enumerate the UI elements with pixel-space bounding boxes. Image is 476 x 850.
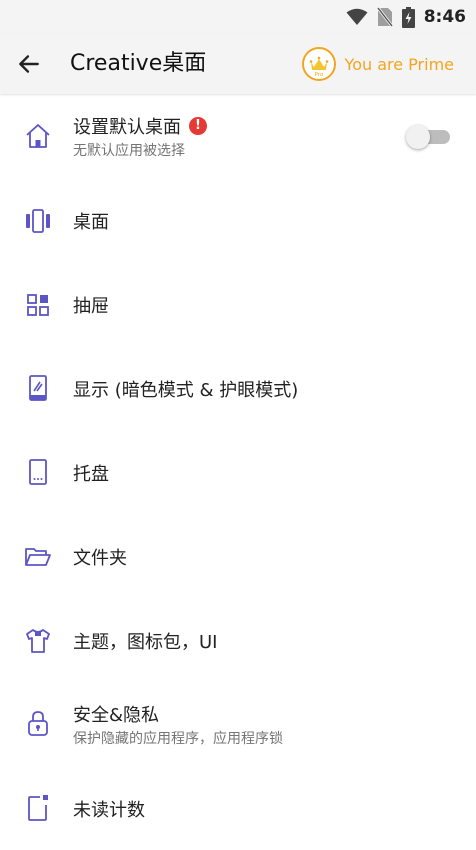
- page-title: Creative桌面: [70, 51, 207, 76]
- setting-security[interactable]: 安全&隐私 保护隐藏的应用程序，应用程序锁: [0, 682, 476, 766]
- drawer-icon: [27, 294, 49, 316]
- battery-charging-icon: [401, 6, 415, 28]
- setting-subtitle: 保护隐藏的应用程序，应用程序锁: [73, 731, 283, 747]
- badge-text: Pro: [314, 72, 323, 78]
- setting-folder[interactable]: 文件夹: [0, 514, 476, 598]
- setting-theme[interactable]: 主题，图标包，UI: [0, 598, 476, 682]
- theme-icon: [26, 629, 50, 653]
- setting-display[interactable]: 显示 (暗色模式 & 护眼模式): [0, 346, 476, 430]
- default-launcher-toggle[interactable]: [406, 125, 450, 149]
- wifi-icon: [346, 8, 368, 25]
- setting-label: 未读计数: [73, 800, 145, 821]
- no-sim-icon: [376, 7, 393, 27]
- badge-icon: [28, 795, 48, 821]
- setting-dock[interactable]: 托盘: [0, 430, 476, 514]
- alert-icon: !: [189, 117, 207, 135]
- setting-label: 托盘: [73, 464, 109, 485]
- setting-label: 显示 (暗色模式 & 护眼模式): [73, 380, 299, 401]
- prime-label: You are Prime: [344, 54, 454, 74]
- setting-label: 文件夹: [73, 548, 127, 569]
- status-bar: 8:46: [0, 0, 476, 34]
- lock-icon: [28, 711, 48, 736]
- setting-label: 设置默认桌面: [73, 117, 181, 138]
- app-bar: Creative桌面 Pro You are Prime: [0, 34, 476, 94]
- setting-label: 主题，图标包，UI: [73, 632, 218, 653]
- setting-subtitle: 无默认应用被选择: [73, 143, 185, 159]
- dock-icon: [29, 459, 47, 485]
- setting-default-launcher[interactable]: 设置默认桌面 ! 无默认应用被选择: [0, 94, 476, 178]
- desktop-icon: [26, 209, 50, 233]
- setting-drawer[interactable]: 抽屉: [0, 262, 476, 346]
- crown-badge-icon: Pro: [301, 47, 336, 81]
- setting-label: 安全&隐私: [73, 705, 160, 726]
- status-time: 8:46: [423, 7, 466, 27]
- setting-desktop[interactable]: 桌面: [0, 178, 476, 262]
- display-icon: [29, 375, 47, 401]
- setting-label: 抽屉: [73, 296, 109, 317]
- home-icon: [26, 124, 50, 148]
- back-arrow-icon[interactable]: [16, 51, 42, 77]
- setting-label: 桌面: [73, 212, 109, 233]
- prime-status[interactable]: Pro You are Prime: [301, 46, 454, 82]
- folder-icon: [25, 548, 51, 566]
- setting-unread-count[interactable]: 未读计数: [0, 766, 476, 850]
